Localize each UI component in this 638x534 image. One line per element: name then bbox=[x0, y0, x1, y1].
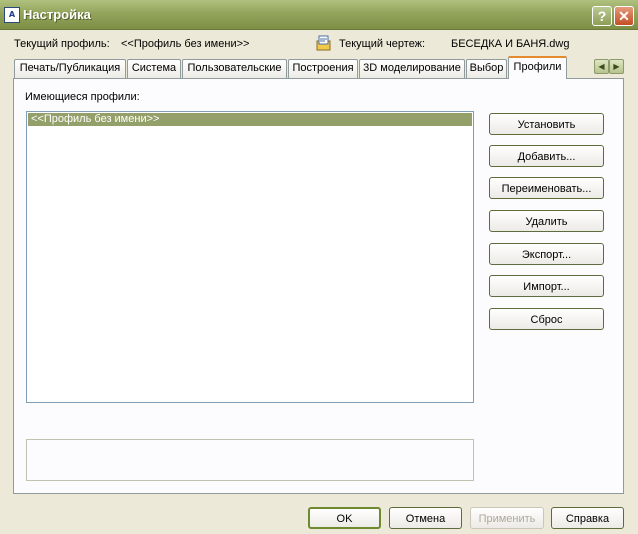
profiles-panel: Имеющиеся профили: <<Профиль без имени>>… bbox=[13, 78, 624, 494]
delete-button[interactable]: Удалить bbox=[489, 210, 604, 232]
import-button[interactable]: Импорт... bbox=[489, 275, 604, 297]
tab-system[interactable]: Система bbox=[127, 59, 181, 78]
close-icon: ✕ bbox=[618, 8, 630, 24]
tab-plot-publish[interactable]: Печать/Публикация bbox=[14, 59, 126, 78]
close-button[interactable]: ✕ bbox=[614, 6, 634, 26]
tab-3d-modeling[interactable]: 3D моделирование bbox=[359, 59, 465, 78]
add-to-list-button[interactable]: Добавить... bbox=[489, 145, 604, 167]
current-drawing-value: БЕСЕДКА И БАНЯ.dwg bbox=[451, 38, 570, 50]
profiles-listbox[interactable]: <<Профиль без имени>> bbox=[26, 111, 474, 403]
profile-list-item[interactable]: <<Профиль без имени>> bbox=[28, 113, 472, 126]
apply-button[interactable]: Применить bbox=[470, 507, 544, 529]
title-bar[interactable]: A Настройка ? ✕ bbox=[0, 0, 638, 30]
tab-user-preferences[interactable]: Пользовательские bbox=[182, 59, 287, 78]
ok-button[interactable]: OK bbox=[308, 507, 381, 529]
profile-description-box bbox=[26, 439, 474, 481]
help-titlebar-button[interactable]: ? bbox=[592, 6, 612, 26]
tab-scroll-arrows: ◀ ▶ bbox=[594, 59, 624, 74]
question-mark-icon: ? bbox=[597, 8, 607, 24]
tab-scroll-right-button[interactable]: ▶ bbox=[609, 59, 624, 74]
export-button[interactable]: Экспорт... bbox=[489, 243, 604, 265]
set-current-button[interactable]: Установить bbox=[489, 113, 604, 135]
tab-scroll-left-button[interactable]: ◀ bbox=[594, 59, 609, 74]
drawing-icon bbox=[316, 35, 331, 51]
reset-button[interactable]: Сброс bbox=[489, 308, 604, 330]
tab-drafting[interactable]: Построения bbox=[288, 59, 358, 78]
rename-button[interactable]: Переименовать... bbox=[489, 177, 604, 199]
options-dialog: A Настройка ? ✕ Текущий профиль: <<Профи… bbox=[0, 0, 638, 534]
current-profile-label: Текущий профиль: bbox=[14, 38, 110, 50]
app-icon: A bbox=[4, 7, 20, 23]
tab-selection[interactable]: Выбор bbox=[466, 59, 507, 78]
tab-profiles[interactable]: Профили bbox=[508, 56, 567, 79]
current-profile-value: <<Профиль без имени>> bbox=[121, 38, 250, 50]
current-drawing-label: Текущий чертеж: bbox=[339, 38, 426, 50]
available-profiles-label: Имеющиеся профили: bbox=[25, 91, 140, 103]
help-button[interactable]: Справка bbox=[551, 507, 624, 529]
window-title: Настройка bbox=[23, 7, 91, 22]
arrow-right-icon: ▶ bbox=[613, 62, 620, 71]
cancel-button[interactable]: Отмена bbox=[389, 507, 462, 529]
arrow-left-icon: ◀ bbox=[598, 62, 605, 71]
